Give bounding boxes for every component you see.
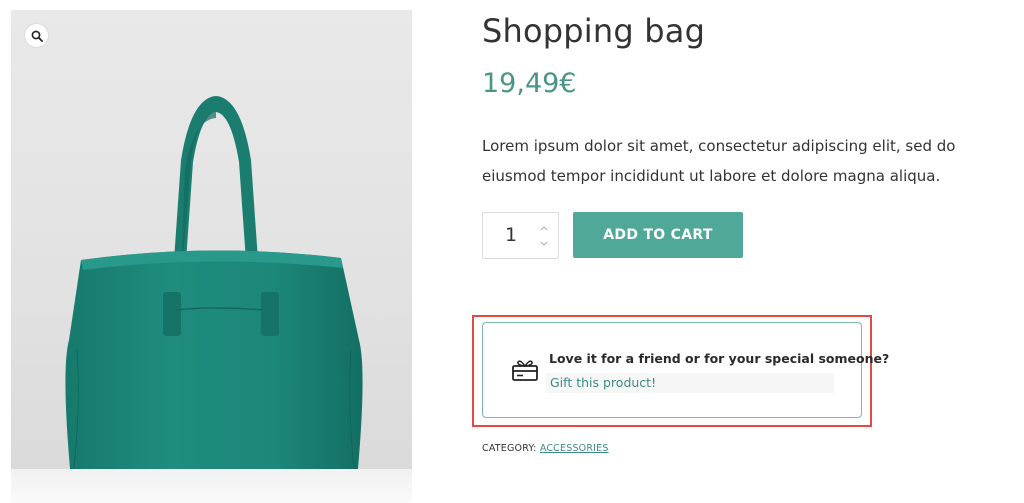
product-title: Shopping bag	[482, 12, 706, 50]
product-price: 19,49€	[482, 68, 577, 99]
product-image[interactable]	[11, 10, 412, 503]
teal-tote-bag-photo	[65, 96, 363, 487]
gift-card-icon	[512, 360, 538, 381]
zoom-magnifier-icon[interactable]	[25, 24, 48, 47]
add-to-cart-button[interactable]: ADD TO CART	[573, 212, 743, 258]
quantity-value[interactable]: 1	[505, 224, 517, 246]
quantity-stepper[interactable]: 1	[482, 212, 559, 259]
chevron-down-icon[interactable]	[539, 238, 549, 248]
category-label: CATEGORY:	[482, 443, 537, 454]
product-meta: CATEGORY: ACCESSORIES	[482, 443, 609, 454]
gift-product-box: Love it for a friend or for your special…	[482, 322, 889, 418]
product-description: Lorem ipsum dolor sit amet, consectetur …	[482, 137, 956, 185]
chevron-up-icon[interactable]	[539, 223, 549, 233]
gift-heading: Love it for a friend or for your special…	[549, 351, 890, 366]
display-surface	[11, 469, 412, 503]
gift-this-product-link[interactable]: Gift this product!	[546, 373, 834, 393]
category-link[interactable]: ACCESSORIES	[540, 443, 609, 454]
